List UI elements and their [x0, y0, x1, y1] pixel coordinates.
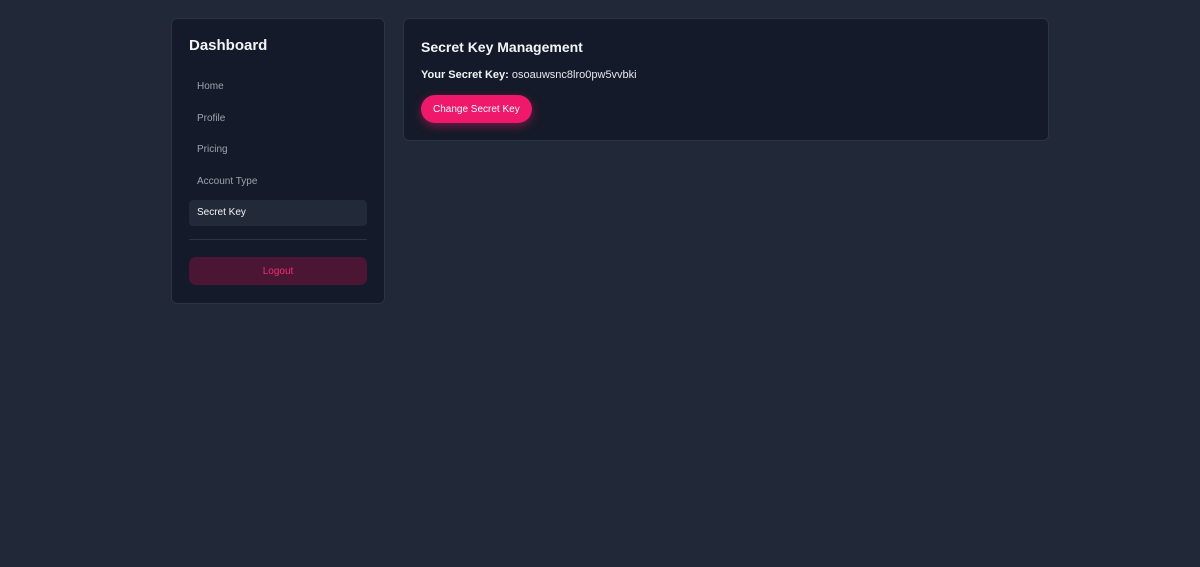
secret-key-value: osoauwsnc8lro0pw5vvbki: [511, 69, 637, 81]
sidebar-divider: [189, 239, 367, 240]
sidebar-item-account-type[interactable]: Account Type: [189, 169, 367, 195]
page-title: Secret Key Management: [421, 39, 583, 55]
change-secret-key-button[interactable]: Change Secret Key: [421, 95, 532, 123]
sidebar-item-secret-key[interactable]: Secret Key: [189, 200, 367, 226]
sidebar-item-home[interactable]: Home: [189, 74, 367, 100]
app-layout: Dashboard Home Profile Pricing Account T…: [0, 0, 1200, 567]
secret-key-label: Your Secret Key:: [421, 69, 509, 81]
sidebar-nav: Home Profile Pricing Account Type Secret…: [189, 74, 367, 226]
sidebar-title: Dashboard: [189, 37, 268, 54]
sidebar-item-profile[interactable]: Profile: [189, 106, 367, 132]
logout-button[interactable]: Logout: [189, 257, 367, 285]
sidebar-item-pricing[interactable]: Pricing: [189, 137, 367, 163]
sidebar: Dashboard Home Profile Pricing Account T…: [171, 18, 385, 304]
secret-key-card: Secret Key Management Your Secret Key: o…: [403, 18, 1049, 141]
secret-key-row: Your Secret Key: osoauwsnc8lro0pw5vvbki: [421, 67, 1031, 83]
